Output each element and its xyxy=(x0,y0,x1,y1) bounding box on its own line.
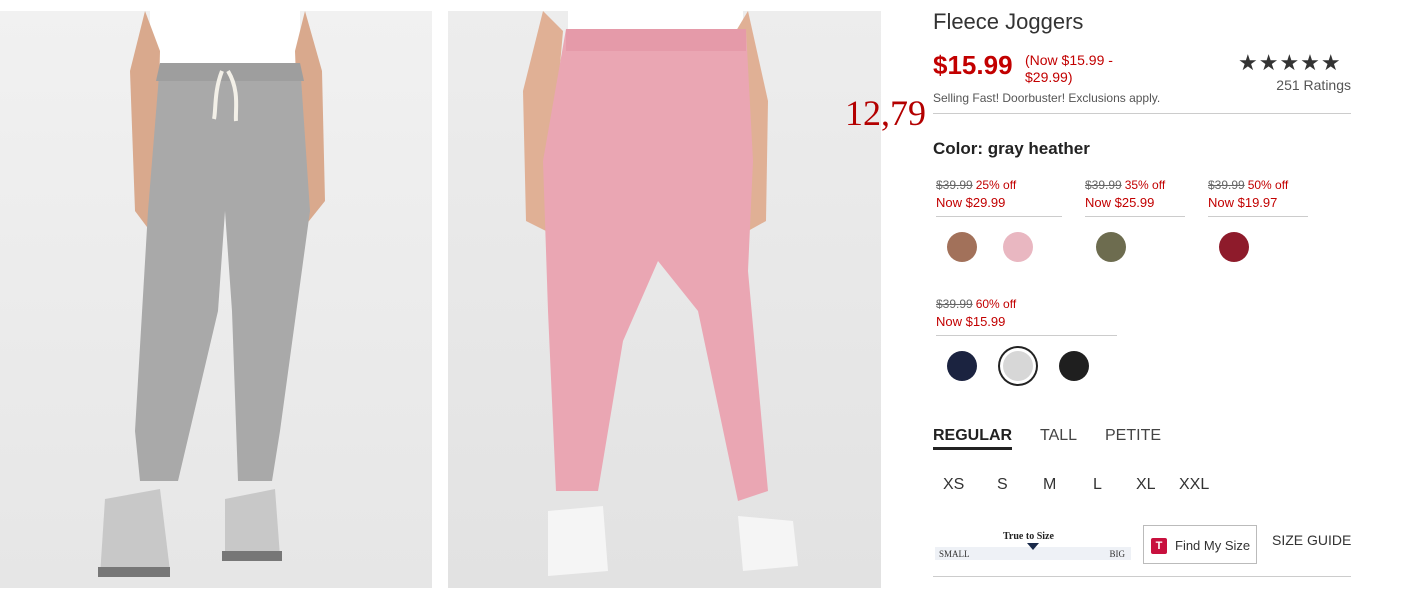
divider xyxy=(936,335,1117,336)
sale-price: Now $25.99 xyxy=(1085,195,1155,210)
size-option-l[interactable]: L xyxy=(1093,476,1102,494)
color-label: Color: gray heather xyxy=(933,139,1090,158)
fit-scale-title: True to Size xyxy=(1003,531,1054,542)
size-option-m[interactable]: M xyxy=(1043,476,1056,494)
star-rating-icon[interactable]: ★★★★★ xyxy=(1238,50,1342,76)
find-my-size-label: Find My Size xyxy=(1175,538,1251,553)
color-swatch-navy[interactable] xyxy=(947,351,977,381)
discount-percent: 50% off xyxy=(1247,178,1289,192)
size-option-s[interactable]: S xyxy=(997,476,1008,494)
color-swatch-olive[interactable] xyxy=(1096,232,1126,262)
current-price: $15.99 xyxy=(933,50,1013,80)
fit-scale-big-label: BIG xyxy=(1109,549,1126,559)
original-price: $39.99 xyxy=(936,178,973,192)
price-group: $39.99 25% off Now $29.99 xyxy=(936,176,1062,217)
selling-note: Selling Fast! Doorbuster! Exclusions app… xyxy=(933,91,1161,105)
divider xyxy=(1208,216,1308,217)
original-price: $39.99 xyxy=(1085,178,1122,192)
discount-percent: 35% off xyxy=(1124,178,1166,192)
size-option-xl[interactable]: XL xyxy=(1136,476,1156,494)
price-range: (Now $15.99 - $29.99) xyxy=(1025,52,1113,85)
color-swatch-brown[interactable] xyxy=(947,232,977,262)
price-group: $39.99 50% off Now $19.97 xyxy=(1208,176,1308,217)
discount-percent: 25% off xyxy=(975,178,1017,192)
original-price: $39.99 xyxy=(936,297,973,311)
price-group: $39.99 60% off Now $15.99 xyxy=(936,295,1117,336)
color-swatch-gray-heather[interactable] xyxy=(1003,351,1033,381)
sale-price: Now $29.99 xyxy=(936,195,1006,210)
tab-petite[interactable]: PETITE xyxy=(1105,427,1161,445)
find-my-size-button[interactable]: T Find My Size xyxy=(1143,525,1257,564)
sale-price: Now $19.97 xyxy=(1208,195,1278,210)
tab-regular[interactable]: REGULAR xyxy=(933,427,1013,450)
divider xyxy=(936,216,1062,217)
price-group: $39.99 35% off Now $25.99 xyxy=(1085,176,1185,217)
divider xyxy=(933,576,1351,577)
original-price: $39.99 xyxy=(1208,178,1245,192)
tab-tall[interactable]: TALL xyxy=(1040,427,1077,445)
size-option-xxl[interactable]: XXL xyxy=(1179,476,1209,494)
divider xyxy=(1085,216,1185,217)
divider xyxy=(933,113,1351,114)
discount-percent: 60% off xyxy=(975,297,1017,311)
color-swatch-burgundy[interactable] xyxy=(1219,232,1249,262)
true-fit-logo-icon: T xyxy=(1151,538,1167,554)
fit-scale: True to Size SMALL BIG xyxy=(933,530,1131,562)
product-title: Fleece Joggers xyxy=(933,9,1084,34)
product-image-front[interactable] xyxy=(0,11,432,588)
size-option-xs[interactable]: XS xyxy=(943,476,964,494)
sale-price: Now $15.99 xyxy=(936,314,1006,329)
fit-indicator-icon xyxy=(1027,543,1039,550)
color-swatch-pink[interactable] xyxy=(1003,232,1033,262)
fit-scale-small-label: SMALL xyxy=(939,549,970,559)
overlay-price-number: 12,79 xyxy=(845,93,926,133)
ratings-count-link[interactable]: 251 Ratings xyxy=(1240,77,1351,93)
size-guide-link[interactable]: SIZE GUIDE xyxy=(1272,532,1351,548)
product-image-back[interactable] xyxy=(448,11,881,588)
color-swatch-black[interactable] xyxy=(1059,351,1089,381)
